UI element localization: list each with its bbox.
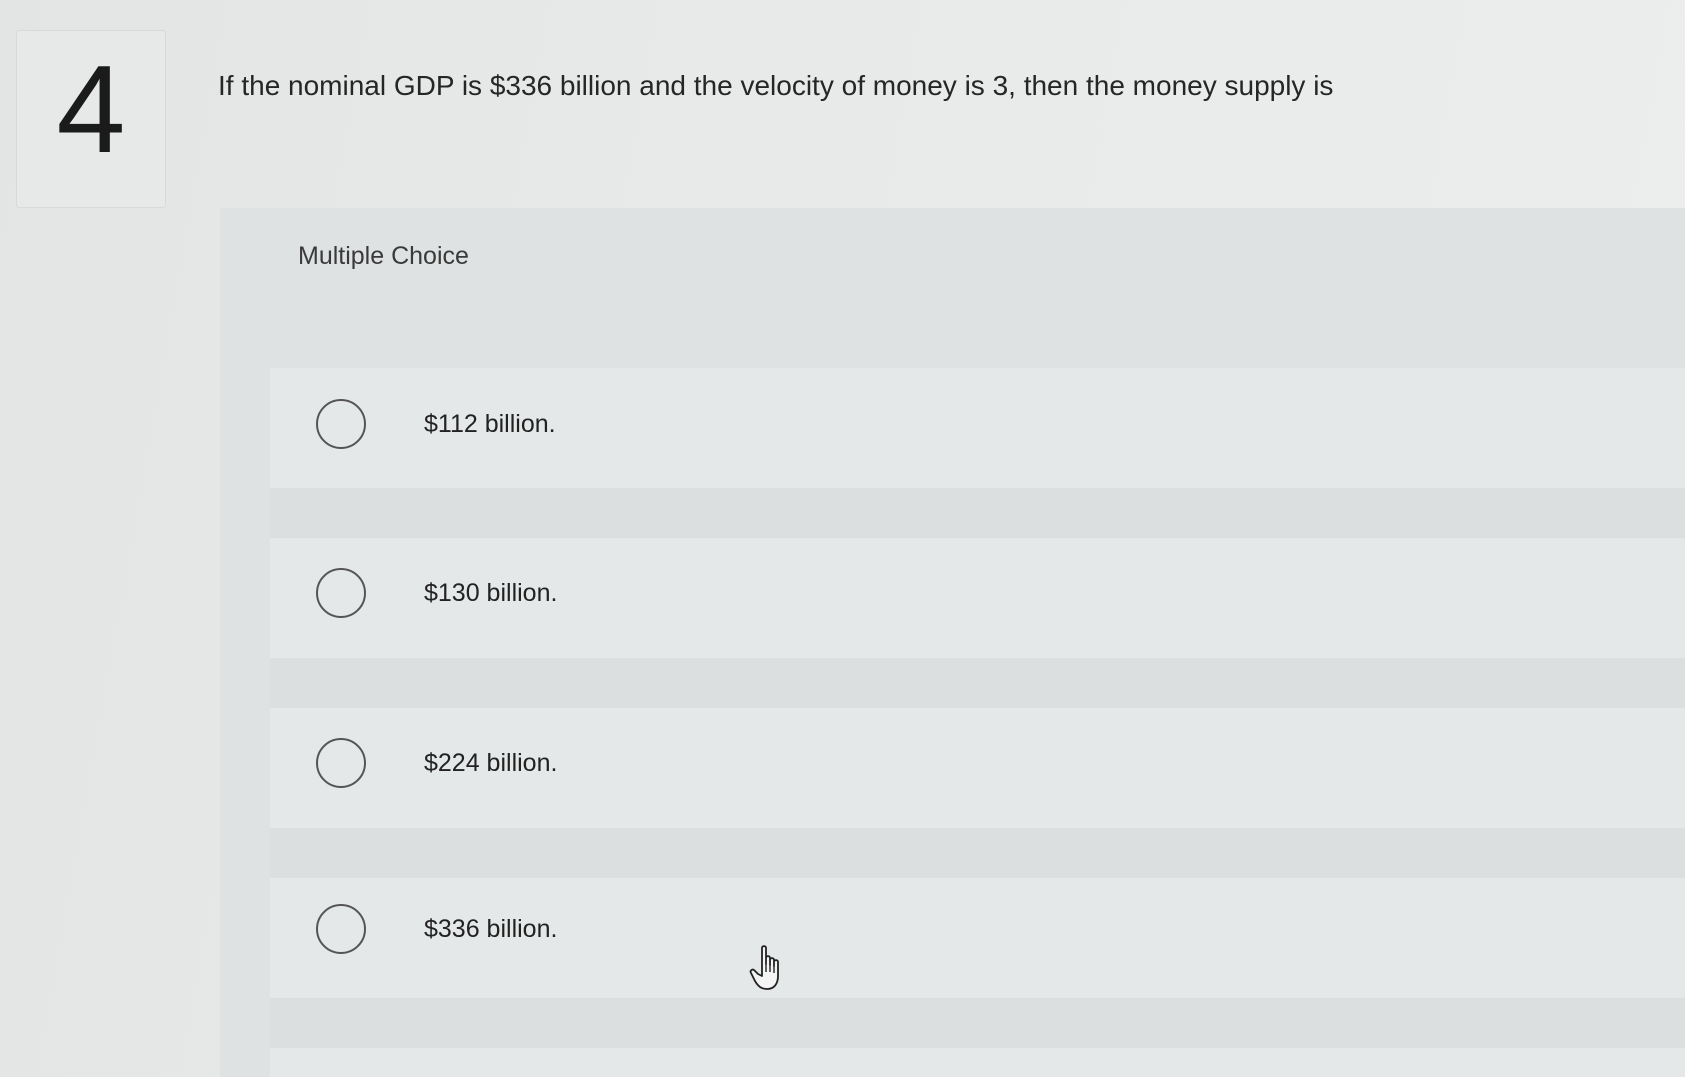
hand-pointer-icon <box>749 945 779 990</box>
choice-list-background <box>270 368 1685 1077</box>
radio-button[interactable] <box>316 399 366 449</box>
quiz-page: 4 If the nominal GDP is $336 billion and… <box>0 0 1685 1077</box>
choice-option-2[interactable]: $130 billion. <box>316 565 1016 625</box>
multiple-choice-heading: Multiple Choice <box>298 242 469 270</box>
question-text: If the nominal GDP is $336 billion and t… <box>218 70 1334 101</box>
choice-label: $336 billion. <box>424 915 558 943</box>
question-number: 4 <box>56 41 126 179</box>
radio-button[interactable] <box>316 738 366 788</box>
radio-button[interactable] <box>316 904 366 954</box>
choice-label: $224 billion. <box>424 749 558 777</box>
choice-option-3[interactable]: $224 billion. <box>316 735 1016 795</box>
choice-label: $130 billion. <box>424 579 558 607</box>
radio-button[interactable] <box>316 568 366 618</box>
choice-option-4[interactable]: $336 billion. <box>316 901 1016 961</box>
choice-option-1[interactable]: $112 billion. <box>316 396 1016 456</box>
choice-label: $112 billion. <box>424 410 556 438</box>
